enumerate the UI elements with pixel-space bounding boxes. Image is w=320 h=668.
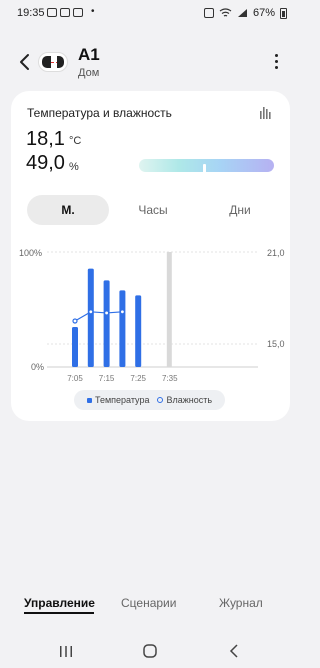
chart-legend: Температура Влажность xyxy=(74,390,225,410)
status-time: 19:35 xyxy=(17,7,45,19)
humidity-point xyxy=(119,309,126,315)
home-icon[interactable] xyxy=(140,641,160,661)
recent-apps-icon[interactable] xyxy=(56,641,76,661)
tab-days[interactable]: Дни xyxy=(209,195,271,225)
active-tab-underline xyxy=(24,612,94,614)
x-tick-label: 7:05 xyxy=(67,374,83,383)
left-tick-label: 100% xyxy=(19,248,42,258)
chart-bar xyxy=(87,268,94,367)
humidity-unit: % xyxy=(69,161,79,173)
current-time-marker xyxy=(166,252,172,367)
tab-scenes[interactable]: Сценарии xyxy=(121,596,176,610)
right-tick-label: 15,0 xyxy=(267,339,285,349)
device-icon xyxy=(38,52,68,72)
status-bar: 19:35 • 67% xyxy=(0,0,301,28)
notification-icon xyxy=(47,8,57,17)
notification-icon xyxy=(60,8,70,17)
chart-svg: 100% 0% 21,0 15,0 7:05 7:15 7:25 7:35 xyxy=(19,248,285,383)
notification-icons xyxy=(47,8,83,17)
tab-control[interactable]: Управление xyxy=(24,596,95,610)
time-range-tabs: М. Часы Дни xyxy=(27,195,274,225)
bar-chart-icon[interactable] xyxy=(259,106,272,119)
more-options-icon[interactable] xyxy=(273,54,279,72)
bottom-tabs: Управление Сценарии Журнал xyxy=(0,594,301,618)
sim-icon xyxy=(203,8,214,18)
legend-humidity[interactable]: Влажность xyxy=(157,395,212,405)
x-tick-label: 7:25 xyxy=(130,374,146,383)
battery-icon xyxy=(280,7,287,19)
nav-back-icon[interactable] xyxy=(225,641,245,661)
card-title: Температура и влажность xyxy=(27,106,172,120)
chart-bar xyxy=(103,280,110,367)
left-tick-label: 0% xyxy=(31,362,44,372)
device-name: A1 xyxy=(78,45,100,64)
tab-hours[interactable]: Часы xyxy=(122,195,184,225)
app-header: A1 Дом xyxy=(0,40,301,86)
legend-line-swatch xyxy=(157,397,164,403)
notification-icon xyxy=(73,8,83,17)
tab-minutes[interactable]: М. xyxy=(27,195,109,225)
temperature-humidity-card: Температура и влажность 18,1 °C 49,0 % М… xyxy=(11,91,290,421)
gradient-marker xyxy=(203,164,206,173)
humidity-point xyxy=(88,309,94,315)
x-tick-label: 7:35 xyxy=(162,374,178,383)
temperature-value: 18,1 xyxy=(26,128,65,150)
temperature-unit: °C xyxy=(69,135,82,147)
legend-humidity-label: Влажность xyxy=(166,395,213,405)
back-arrow-icon[interactable] xyxy=(18,53,32,71)
humidity-value: 49,0 xyxy=(26,152,65,174)
legend-temperature[interactable]: Температура xyxy=(86,395,150,405)
system-nav-bar xyxy=(0,636,301,668)
humidity-point xyxy=(72,318,78,324)
legend-temperature-label: Температура xyxy=(94,395,150,405)
x-tick-label: 7:15 xyxy=(99,374,115,383)
chart: 100% 0% 21,0 15,0 7:05 7:15 7:25 7:35 xyxy=(11,236,290,386)
battery-percent: 67% xyxy=(252,7,275,19)
chart-bar xyxy=(119,290,126,367)
right-tick-label: 21,0 xyxy=(267,248,285,258)
legend-bar-swatch xyxy=(86,397,92,403)
signal-icon xyxy=(237,9,247,17)
wifi-icon xyxy=(219,8,232,17)
status-dot: • xyxy=(91,6,95,17)
tab-log[interactable]: Журнал xyxy=(219,596,263,610)
humidity-gradient-bar xyxy=(139,159,274,172)
humidity-point xyxy=(103,310,110,316)
humidity-line xyxy=(74,311,123,322)
chart-bar xyxy=(135,295,142,367)
chart-bar xyxy=(72,327,78,367)
device-room: Дом xyxy=(78,67,100,79)
